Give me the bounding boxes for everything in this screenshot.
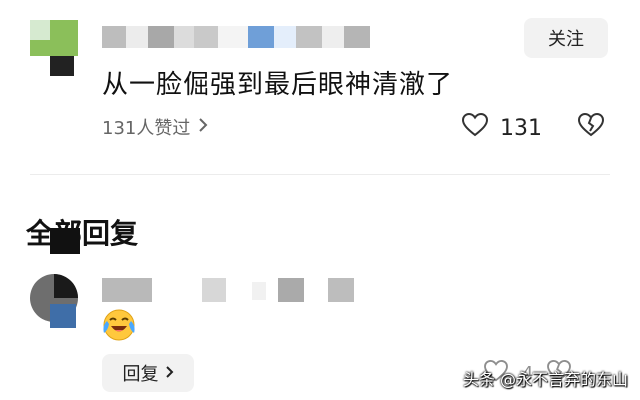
comment-text: 从一脸倔强到最后眼神清澈了	[102, 70, 454, 100]
heart-outline-icon	[461, 112, 489, 143]
divider	[30, 174, 610, 175]
broken-heart-icon	[577, 112, 605, 141]
replier-avatar[interactable]	[30, 274, 78, 330]
reply-button[interactable]: 回复	[102, 354, 194, 392]
redaction-mask	[50, 228, 80, 254]
watermark: 头条 @永不言弃的东山	[462, 370, 628, 389]
chevron-right-icon	[198, 117, 208, 138]
follow-button[interactable]: 关注	[524, 18, 608, 58]
dislike-button[interactable]	[577, 112, 605, 141]
chevron-right-icon	[165, 363, 174, 384]
likes-summary-text: 131人赞过	[102, 118, 191, 139]
like-count: 131	[500, 115, 542, 141]
reply-button-label: 回复	[122, 364, 159, 385]
commenter-name-blurred[interactable]	[102, 26, 370, 48]
crying-laughing-emoji	[100, 306, 138, 344]
likes-summary-link[interactable]: 131人赞过	[102, 114, 208, 140]
like-button[interactable]: 131	[461, 112, 542, 143]
all-replies-title: 全部回复	[26, 217, 139, 250]
commenter-avatar[interactable]	[30, 20, 78, 76]
